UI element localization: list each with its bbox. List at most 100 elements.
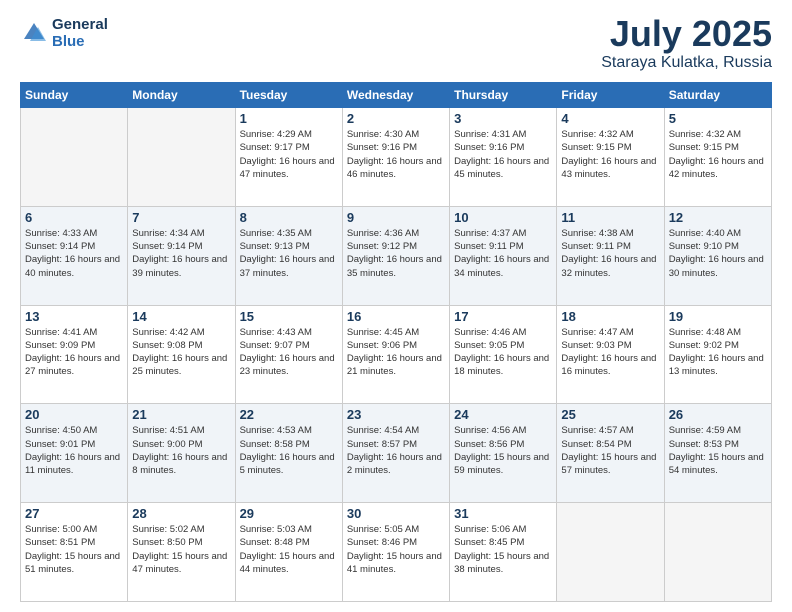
calendar-cell: 21 Sunrise: 4:51 AM Sunset: 9:00 PM Dayli… — [128, 404, 235, 503]
day-info: Sunrise: 4:32 AM Sunset: 9:15 PM Dayligh… — [561, 128, 659, 181]
day-number: 6 — [25, 210, 123, 225]
calendar-cell: 12 Sunrise: 4:40 AM Sunset: 9:10 PM Dayli… — [664, 206, 771, 305]
day-info: Sunrise: 4:38 AM Sunset: 9:11 PM Dayligh… — [561, 227, 659, 280]
day-info: Sunrise: 5:03 AM Sunset: 8:48 PM Dayligh… — [240, 523, 338, 576]
day-info: Sunrise: 4:59 AM Sunset: 8:53 PM Dayligh… — [669, 424, 767, 477]
day-info: Sunrise: 5:02 AM Sunset: 8:50 PM Dayligh… — [132, 523, 230, 576]
calendar-cell: 6 Sunrise: 4:33 AM Sunset: 9:14 PM Daylig… — [21, 206, 128, 305]
day-info: Sunrise: 4:50 AM Sunset: 9:01 PM Dayligh… — [25, 424, 123, 477]
day-info: Sunrise: 4:40 AM Sunset: 9:10 PM Dayligh… — [669, 227, 767, 280]
day-number: 15 — [240, 309, 338, 324]
header-sunday: Sunday — [21, 83, 128, 108]
day-info: Sunrise: 4:54 AM Sunset: 8:57 PM Dayligh… — [347, 424, 445, 477]
day-number: 21 — [132, 407, 230, 422]
day-info: Sunrise: 4:41 AM Sunset: 9:09 PM Dayligh… — [25, 326, 123, 379]
day-info: Sunrise: 4:35 AM Sunset: 9:13 PM Dayligh… — [240, 227, 338, 280]
day-number: 24 — [454, 407, 552, 422]
day-number: 11 — [561, 210, 659, 225]
calendar-cell — [21, 108, 128, 207]
day-number: 30 — [347, 506, 445, 521]
calendar-cell: 8Sunrise: 4:35 AM Sunset: 9:13 PM Daylig… — [235, 206, 342, 305]
day-number: 22 — [240, 407, 338, 422]
header-friday: Friday — [557, 83, 664, 108]
day-info: Sunrise: 4:36 AM Sunset: 9:12 PM Dayligh… — [347, 227, 445, 280]
calendar-cell: 26 Sunrise: 4:59 AM Sunset: 8:53 PM Dayli… — [664, 404, 771, 503]
header-thursday: Thursday — [450, 83, 557, 108]
calendar-cell: 24 Sunrise: 4:56 AM Sunset: 8:56 PM Dayli… — [450, 404, 557, 503]
calendar-cell: 27 Sunrise: 5:00 AM Sunset: 8:51 PM Dayli… — [21, 503, 128, 602]
calendar-cell: 1 Sunrise: 4:29 AM Sunset: 9:17 PM Daylig… — [235, 108, 342, 207]
day-info: Sunrise: 4:46 AM Sunset: 9:05 PM Dayligh… — [454, 326, 552, 379]
calendar-cell: 13Sunrise: 4:41 AM Sunset: 9:09 PM Dayli… — [21, 305, 128, 404]
logo-text: General Blue — [52, 16, 108, 50]
calendar-cell: 30 Sunrise: 5:05 AM Sunset: 8:46 PM Dayli… — [342, 503, 449, 602]
calendar-cell: 11 Sunrise: 4:38 AM Sunset: 9:11 PM Dayli… — [557, 206, 664, 305]
title-block: July 2025 Staraya Kulatka, Russia — [601, 16, 772, 72]
day-info: Sunrise: 4:31 AM Sunset: 9:16 PM Dayligh… — [454, 128, 552, 181]
header-saturday: Saturday — [664, 83, 771, 108]
day-info: Sunrise: 5:00 AM Sunset: 8:51 PM Dayligh… — [25, 523, 123, 576]
day-number: 20 — [25, 407, 123, 422]
calendar-table: Sunday Monday Tuesday Wednesday Thursday… — [20, 82, 772, 602]
day-number: 19 — [669, 309, 767, 324]
day-number: 27 — [25, 506, 123, 521]
calendar-cell: 15 Sunrise: 4:43 AM Sunset: 9:07 PM Dayli… — [235, 305, 342, 404]
day-number: 26 — [669, 407, 767, 422]
day-info: Sunrise: 4:29 AM Sunset: 9:17 PM Dayligh… — [240, 128, 338, 181]
calendar-cell: 14Sunrise: 4:42 AM Sunset: 9:08 PM Dayli… — [128, 305, 235, 404]
calendar-cell: 17 Sunrise: 4:46 AM Sunset: 9:05 PM Dayli… — [450, 305, 557, 404]
header: General Blue July 2025 Staraya Kulatka, … — [20, 16, 772, 72]
calendar-cell — [664, 503, 771, 602]
day-number: 29 — [240, 506, 338, 521]
day-number: 25 — [561, 407, 659, 422]
calendar-cell: 16 Sunrise: 4:45 AM Sunset: 9:06 PM Dayli… — [342, 305, 449, 404]
day-info: Sunrise: 4:48 AM Sunset: 9:02 PM Dayligh… — [669, 326, 767, 379]
main-title: July 2025 — [601, 16, 772, 52]
calendar-cell: 7 Sunrise: 4:34 AM Sunset: 9:14 PM Daylig… — [128, 206, 235, 305]
day-number: 5 — [669, 111, 767, 126]
subtitle: Staraya Kulatka, Russia — [601, 54, 772, 72]
calendar-cell: 4 Sunrise: 4:32 AM Sunset: 9:15 PM Daylig… — [557, 108, 664, 207]
calendar-cell: 2 Sunrise: 4:30 AM Sunset: 9:16 PM Daylig… — [342, 108, 449, 207]
calendar-cell: 28 Sunrise: 5:02 AM Sunset: 8:50 PM Dayli… — [128, 503, 235, 602]
day-number: 16 — [347, 309, 445, 324]
day-info: Sunrise: 4:37 AM Sunset: 9:11 PM Dayligh… — [454, 227, 552, 280]
day-number: 9 — [347, 210, 445, 225]
calendar-cell: 19 Sunrise: 4:48 AM Sunset: 9:02 PM Dayli… — [664, 305, 771, 404]
day-number: 12 — [669, 210, 767, 225]
calendar-cell: 23 Sunrise: 4:54 AM Sunset: 8:57 PM Dayli… — [342, 404, 449, 503]
calendar-cell: 29 Sunrise: 5:03 AM Sunset: 8:48 PM Dayli… — [235, 503, 342, 602]
day-number: 28 — [132, 506, 230, 521]
day-info: Sunrise: 4:56 AM Sunset: 8:56 PM Dayligh… — [454, 424, 552, 477]
calendar-cell: 5Sunrise: 4:32 AM Sunset: 9:15 PM Daylig… — [664, 108, 771, 207]
day-info: Sunrise: 5:05 AM Sunset: 8:46 PM Dayligh… — [347, 523, 445, 576]
day-number: 3 — [454, 111, 552, 126]
header-monday: Monday — [128, 83, 235, 108]
day-info: Sunrise: 4:47 AM Sunset: 9:03 PM Dayligh… — [561, 326, 659, 379]
day-info: Sunrise: 4:33 AM Sunset: 9:14 PM Dayligh… — [25, 227, 123, 280]
day-number: 18 — [561, 309, 659, 324]
logo-icon — [20, 19, 48, 47]
calendar-cell — [128, 108, 235, 207]
day-info: Sunrise: 4:34 AM Sunset: 9:14 PM Dayligh… — [132, 227, 230, 280]
day-number: 10 — [454, 210, 552, 225]
day-info: Sunrise: 4:57 AM Sunset: 8:54 PM Dayligh… — [561, 424, 659, 477]
day-number: 23 — [347, 407, 445, 422]
calendar-cell — [557, 503, 664, 602]
day-info: Sunrise: 4:43 AM Sunset: 9:07 PM Dayligh… — [240, 326, 338, 379]
day-info: Sunrise: 4:30 AM Sunset: 9:16 PM Dayligh… — [347, 128, 445, 181]
day-number: 7 — [132, 210, 230, 225]
day-info: Sunrise: 4:51 AM Sunset: 9:00 PM Dayligh… — [132, 424, 230, 477]
day-number: 31 — [454, 506, 552, 521]
page: General Blue July 2025 Staraya Kulatka, … — [0, 0, 792, 612]
day-number: 17 — [454, 309, 552, 324]
day-info: Sunrise: 4:45 AM Sunset: 9:06 PM Dayligh… — [347, 326, 445, 379]
header-wednesday: Wednesday — [342, 83, 449, 108]
calendar-cell: 25 Sunrise: 4:57 AM Sunset: 8:54 PM Dayli… — [557, 404, 664, 503]
calendar-cell: 10 Sunrise: 4:37 AM Sunset: 9:11 PM Dayli… — [450, 206, 557, 305]
day-info: Sunrise: 4:42 AM Sunset: 9:08 PM Dayligh… — [132, 326, 230, 379]
day-number: 1 — [240, 111, 338, 126]
calendar-cell: 20 Sunrise: 4:50 AM Sunset: 9:01 PM Dayli… — [21, 404, 128, 503]
day-number: 4 — [561, 111, 659, 126]
day-number: 2 — [347, 111, 445, 126]
